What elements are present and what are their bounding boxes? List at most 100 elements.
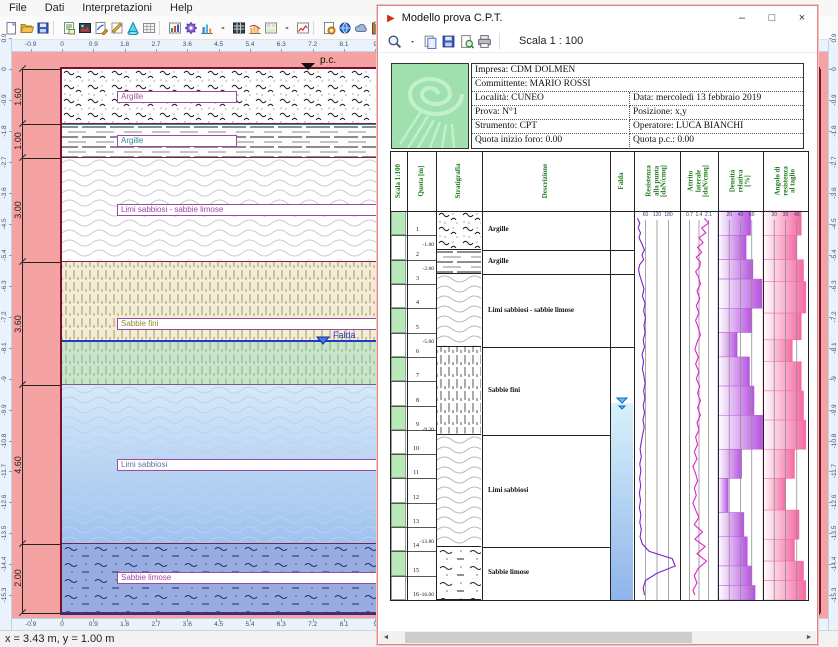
dialog-horizontal-scrollbar[interactable]: ◄ ► [379, 631, 816, 644]
meter-label: 8 [407, 398, 419, 404]
menu-help[interactable]: Help [161, 2, 202, 14]
ruler-tick-label: -10.8 [831, 433, 838, 448]
matrix-table-icon[interactable] [232, 20, 247, 36]
ruler-tick [344, 49, 345, 52]
dropdown-arrow-icon[interactable] [403, 32, 421, 50]
meter-label: 13 [407, 519, 419, 525]
column-header: Angolo di resistenza al taglio [763, 151, 808, 211]
ruler-tick-label: 0 [1, 67, 8, 71]
ruler-tick [31, 619, 32, 622]
menu-file[interactable]: File [0, 2, 36, 14]
grid-table-icon[interactable] [142, 20, 157, 36]
save-icon[interactable] [36, 20, 51, 36]
histogram-icon[interactable] [248, 20, 263, 36]
ruler-tick [829, 224, 832, 225]
boundary-depth-label: -16.00 [412, 592, 434, 598]
meter-tick-line [390, 308, 436, 309]
table-grid-hline [390, 600, 809, 601]
ruler-tick-label: -9 [831, 376, 838, 382]
ruler-tick-label: 4.5 [211, 621, 227, 628]
panel-chart-icon[interactable] [264, 20, 279, 36]
menu-dati[interactable]: Dati [36, 2, 74, 14]
ruler-tick [9, 441, 12, 442]
ruler-tick [9, 193, 12, 194]
ruler-tick [9, 379, 12, 380]
open-folder-icon[interactable] [20, 20, 35, 36]
maximize-button[interactable]: □ [757, 7, 787, 29]
ruler-tick [9, 38, 12, 39]
zoom-magnifier-icon[interactable] [385, 32, 403, 50]
chart-image-icon[interactable] [168, 20, 183, 36]
dialog-title: Modello prova C.P.T. [402, 12, 727, 24]
ruler-tick-label: -1.8 [1, 125, 8, 136]
strat-cell [437, 274, 481, 347]
ruler-tick [829, 100, 832, 101]
export-view-icon[interactable] [457, 32, 475, 50]
ruler-tick-label: -12.6 [831, 495, 838, 510]
column-header-label: Attrito laterale [daN/cmq] [688, 152, 711, 210]
meter-tick-line [390, 333, 436, 334]
ruler-tick [62, 619, 63, 622]
ruler-tick [62, 49, 63, 52]
print-icon[interactable] [475, 32, 493, 50]
descrizione-label: Argille [488, 257, 606, 265]
strat-cell [437, 347, 481, 435]
ruler-tick [829, 162, 832, 163]
meter-tick-line [390, 406, 436, 407]
html-export-icon[interactable] [322, 20, 337, 36]
meter-label: 7 [407, 373, 419, 379]
ruler-tick-label: 7.2 [305, 621, 321, 628]
ruler-tick-label: 8.1 [336, 621, 352, 628]
scale-indicator: Scala 1 : 100 [519, 35, 583, 47]
ruler-tick-label: -6.3 [831, 280, 838, 291]
cone-tool-icon[interactable] [126, 20, 141, 36]
report-document-icon[interactable] [62, 20, 77, 36]
ruler-tick [829, 471, 832, 472]
ruler-tick-label: 0 [54, 41, 70, 48]
settings-gear-icon[interactable] [184, 20, 199, 36]
plot-curve-0 [634, 211, 680, 600]
save-icon[interactable] [439, 32, 457, 50]
dropdown-arrow-icon[interactable] [280, 20, 295, 36]
scroll-right-arrow-icon[interactable]: ► [802, 634, 816, 641]
close-button[interactable]: × [787, 7, 817, 29]
profile-edit-icon[interactable] [94, 20, 109, 36]
ruler-tick-label: -7.2 [831, 311, 838, 322]
scrollbar-thumb[interactable] [405, 632, 692, 643]
descrizione-label: Sabbie limose [488, 568, 606, 576]
dialog-modello-prova-cpt[interactable]: ▶ Modello prova C.P.T. – □ × Scala 1 : 1… [377, 5, 818, 645]
ruler-tick [344, 619, 345, 622]
ruler-tick-label: -5.4 [1, 249, 8, 260]
column-header-label: Stratigrafia [455, 152, 463, 210]
minimize-button[interactable]: – [727, 7, 757, 29]
scale-block [391, 576, 406, 600]
note-edit-icon[interactable] [110, 20, 125, 36]
column-header: Scala 1:100 [390, 151, 407, 211]
strat-cell [437, 250, 481, 274]
plot-curve-1 [680, 211, 718, 600]
line-chart-icon[interactable] [296, 20, 311, 36]
bar-chart-icon[interactable] [200, 20, 215, 36]
plot-bars-2 [718, 211, 763, 600]
dropdown-arrow-icon[interactable] [216, 20, 231, 36]
column-header-label: Descrizione [542, 152, 550, 210]
ruler-tick [125, 49, 126, 52]
ruler-tick-label: -0.9 [831, 94, 838, 105]
boundary-depth-label: -2.60 [412, 266, 434, 272]
copy-icon[interactable] [421, 32, 439, 50]
cpt-report-table: Scala 1:100Quota [m]StratigrafiaDescrizi… [378, 53, 817, 644]
scale-block [391, 235, 406, 259]
web-globe-icon[interactable] [338, 20, 353, 36]
image-view-icon[interactable] [78, 20, 93, 36]
descrizione-label: Argille [488, 225, 606, 233]
table-grid-vline [390, 151, 391, 600]
ruler-tick [829, 379, 832, 380]
scale-block [391, 478, 406, 502]
ruler-tick-label: 0.9 [85, 621, 101, 628]
scroll-left-arrow-icon[interactable]: ◄ [379, 634, 393, 641]
layer-boundary-line [482, 274, 634, 275]
cloud-export-icon[interactable] [354, 20, 369, 36]
ruler-tick-label: 1.8 [117, 41, 133, 48]
menu-interpretazioni[interactable]: Interpretazioni [73, 2, 161, 14]
dialog-title-bar[interactable]: ▶ Modello prova C.P.T. – □ × [378, 6, 817, 30]
